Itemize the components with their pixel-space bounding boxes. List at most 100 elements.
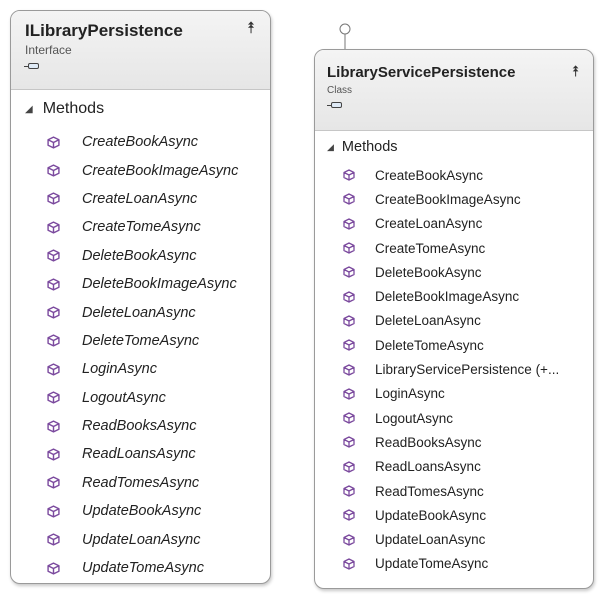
class-title: LibraryServicePersistence: [327, 64, 516, 81]
method-item[interactable]: DeleteBookAsync: [11, 242, 270, 270]
method-name: LoginAsync: [82, 361, 157, 378]
method-item[interactable]: DeleteBookImageAsync: [315, 284, 593, 308]
method-name: UpdateTomeAsync: [375, 556, 489, 572]
method-name: CreateBookAsync: [82, 134, 199, 151]
method-item[interactable]: UpdateTomeAsync: [315, 552, 593, 576]
method-item[interactable]: CreateTomeAsync: [11, 213, 270, 241]
method-cube-icon: [47, 419, 60, 433]
method-name: LogoutAsync: [82, 389, 166, 406]
method-cube-icon: [343, 242, 355, 254]
method-item[interactable]: DeleteTomeAsync: [11, 327, 270, 355]
method-cube-icon: [343, 339, 355, 351]
method-cube-icon: [47, 533, 60, 546]
double-chevron-up-icon[interactable]: ⯭: [246, 20, 256, 38]
method-item[interactable]: DeleteLoanAsync: [315, 309, 593, 333]
method-cube-icon: [47, 164, 60, 177]
method-item[interactable]: ReadTomesAsync: [11, 469, 270, 497]
method-name: DeleteBookAsync: [82, 247, 197, 264]
method-name: ReadBooksAsync: [375, 434, 482, 450]
method-name: CreateBookAsync: [375, 167, 484, 183]
method-cube-icon: [343, 169, 355, 181]
method-item[interactable]: UpdateLoanAsync: [11, 525, 270, 553]
method-item[interactable]: CreateBookImageAsync: [11, 156, 270, 184]
method-cube-icon: [343, 363, 355, 376]
method-name: LogoutAsync: [375, 410, 454, 426]
method-cube-icon: [47, 334, 60, 348]
method-item[interactable]: CreateBookAsync: [11, 128, 270, 156]
method-item[interactable]: ReadBooksAsync: [11, 412, 270, 440]
method-item[interactable]: ReadBooksAsync: [315, 430, 593, 454]
method-item[interactable]: DeleteTomeAsync: [315, 333, 593, 357]
method-name: ReadLoansAsync: [82, 446, 196, 463]
method-item[interactable]: CreateBookImageAsync: [315, 187, 593, 211]
method-cube-icon: [343, 266, 355, 278]
method-name: DeleteBookImageAsync: [82, 276, 237, 293]
method-name: ReadTomesAsync: [82, 474, 200, 491]
method-cube-icon: [343, 315, 355, 327]
method-cube-icon: [343, 193, 355, 206]
method-item[interactable]: LibraryServicePersistence (+...: [315, 357, 593, 381]
method-item[interactable]: UpdateBookAsync: [11, 497, 270, 525]
method-item[interactable]: LogoutAsync: [315, 406, 593, 430]
class-card-header: LibraryServicePersistence Class ⯭: [315, 50, 593, 131]
method-cube-icon: [343, 461, 355, 473]
method-cube-icon: [343, 218, 355, 230]
method-cube-icon: [343, 533, 355, 546]
double-chevron-up-icon[interactable]: ⯭: [571, 63, 580, 80]
methods-section-label: Methods: [42, 100, 105, 117]
method-item[interactable]: CreateLoanAsync: [315, 212, 593, 236]
method-cube-icon: [47, 221, 60, 234]
method-item[interactable]: CreateLoanAsync: [11, 185, 270, 213]
method-name: DeleteTomeAsync: [82, 332, 200, 349]
method-item[interactable]: UpdateTomeAsync: [11, 554, 270, 582]
method-item[interactable]: DeleteBookAsync: [315, 260, 593, 284]
triangle-expanded-icon[interactable]: ◢: [327, 142, 334, 153]
method-item[interactable]: LogoutAsync: [11, 384, 270, 412]
method-name: UpdateLoanAsync: [375, 532, 486, 548]
method-item[interactable]: DeleteBookImageAsync: [11, 270, 270, 298]
type-kind-icon: [24, 63, 39, 69]
method-item[interactable]: DeleteLoanAsync: [11, 298, 270, 326]
interface-lollipop-icon: [339, 23, 351, 51]
method-cube-icon: [47, 561, 60, 575]
method-cube-icon: [47, 476, 60, 489]
method-cube-icon: [47, 505, 60, 518]
class-card[interactable]: LibraryServicePersistence Class ⯭ ◢ Meth…: [314, 49, 594, 589]
triangle-expanded-icon[interactable]: ◢: [25, 104, 33, 115]
methods-section-header[interactable]: ◢ Methods: [11, 90, 270, 128]
method-name: UpdateTomeAsync: [82, 560, 204, 577]
methods-section-label: Methods: [341, 139, 398, 155]
method-cube-icon: [343, 485, 355, 497]
method-name: CreateTomeAsync: [375, 240, 486, 256]
method-name: DeleteLoanAsync: [82, 304, 196, 321]
method-item[interactable]: ReadLoansAsync: [315, 455, 593, 479]
method-name: UpdateLoanAsync: [82, 531, 201, 548]
method-name: ReadLoansAsync: [375, 459, 481, 475]
method-name: CreateTomeAsync: [82, 219, 201, 236]
method-name: ReadTomesAsync: [375, 483, 484, 499]
method-item[interactable]: LoginAsync: [315, 382, 593, 406]
method-cube-icon: [343, 436, 355, 449]
method-cube-icon: [47, 192, 60, 206]
method-name: DeleteBookAsync: [375, 264, 482, 280]
methods-section-header[interactable]: ◢ Methods: [315, 131, 593, 163]
method-cube-icon: [343, 290, 355, 303]
method-item[interactable]: ReadTomesAsync: [315, 479, 593, 503]
method-name: DeleteTomeAsync: [375, 337, 484, 353]
method-name: DeleteLoanAsync: [375, 313, 481, 329]
method-cube-icon: [47, 136, 60, 149]
method-item[interactable]: CreateBookAsync: [315, 163, 593, 187]
method-name: LibraryServicePersistence (+...: [375, 362, 560, 378]
method-item[interactable]: LoginAsync: [11, 355, 270, 383]
method-name: CreateLoanAsync: [375, 216, 483, 232]
class-methods-list: CreateBookAsync CreateBookImageAsync Creat…: [315, 163, 593, 576]
method-name: DeleteBookImageAsync: [375, 289, 520, 305]
method-item[interactable]: UpdateBookAsync: [315, 503, 593, 527]
method-name: ReadBooksAsync: [82, 418, 197, 435]
method-cube-icon: [47, 278, 60, 291]
interface-card[interactable]: ILibraryPersistence Interface ⯭ ◢ Method…: [10, 10, 271, 584]
method-item[interactable]: ReadLoansAsync: [11, 440, 270, 468]
method-item[interactable]: UpdateLoanAsync: [315, 527, 593, 551]
method-cube-icon: [343, 558, 355, 570]
method-item[interactable]: CreateTomeAsync: [315, 236, 593, 260]
